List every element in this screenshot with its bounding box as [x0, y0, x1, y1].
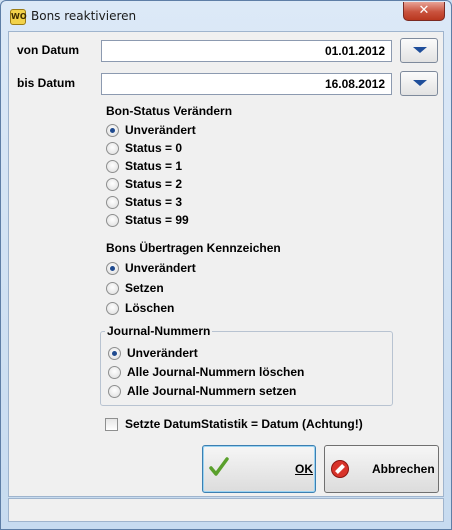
transfer-flag-radio[interactable] — [106, 302, 119, 315]
bon-status-option[interactable]: Unverändert — [106, 123, 366, 139]
bon-status-radio[interactable] — [106, 124, 119, 137]
journal-option[interactable]: Alle Journal-Nummern löschen — [108, 365, 368, 381]
journal-radio[interactable] — [108, 347, 121, 360]
transfer-flag-option[interactable]: Setzen — [106, 281, 366, 297]
statistic-checkbox[interactable] — [105, 418, 118, 431]
bon-status-radio[interactable] — [106, 178, 119, 191]
transfer-flag-option-label[interactable]: Setzen — [125, 281, 164, 295]
dialog-window: WO Bons reaktivieren ✕ von Datum 01.01.2… — [0, 0, 452, 530]
transfer-flag-option-label[interactable]: Löschen — [125, 301, 174, 315]
transfer-flag-radio[interactable] — [106, 282, 119, 295]
statistic-checkbox-label[interactable]: Setzte DatumStatistik = Datum (Achtung!) — [125, 417, 363, 431]
bon-status-option-label[interactable]: Status = 3 — [125, 195, 182, 209]
ok-button[interactable]: OK — [202, 445, 316, 493]
bon-status-radio[interactable] — [106, 214, 119, 227]
to-date-label: bis Datum — [17, 76, 76, 90]
from-date-label: von Datum — [17, 43, 80, 57]
bon-status-radio[interactable] — [106, 196, 119, 209]
transfer-flag-option-label[interactable]: Unverändert — [125, 261, 196, 275]
journal-option-label[interactable]: Alle Journal-Nummern löschen — [127, 365, 304, 379]
journal-option-label[interactable]: Unverändert — [127, 346, 198, 360]
to-date-field[interactable]: 16.08.2012 — [101, 73, 392, 95]
bon-status-option[interactable]: Status = 1 — [106, 159, 366, 175]
app-icon: WO — [10, 9, 27, 25]
bon-status-option-label[interactable]: Status = 1 — [125, 159, 182, 173]
chevron-down-icon — [413, 80, 427, 86]
bon-status-option-label[interactable]: Status = 99 — [125, 213, 189, 227]
checkmark-icon — [209, 457, 229, 476]
bon-status-option[interactable]: Status = 99 — [106, 213, 366, 229]
status-bar — [8, 498, 444, 522]
close-button[interactable]: ✕ — [403, 2, 445, 21]
journal-option[interactable]: Alle Journal-Nummern setzen — [108, 384, 368, 400]
transfer-flag-title: Bons Übertragen Kennzeichen — [106, 241, 281, 255]
from-date-field[interactable]: 01.01.2012 — [101, 40, 392, 62]
journal-groupbox-caption: Journal-Nummern — [105, 324, 213, 338]
journal-radio[interactable] — [108, 385, 121, 398]
bon-status-option-label[interactable]: Unverändert — [125, 123, 196, 137]
bon-status-option[interactable]: Status = 3 — [106, 195, 366, 211]
ok-button-label: OK — [295, 462, 313, 476]
transfer-flag-option[interactable]: Unverändert — [106, 261, 366, 277]
cancel-icon — [331, 460, 349, 478]
chevron-down-icon — [413, 47, 427, 53]
transfer-flag-radio[interactable] — [106, 262, 119, 275]
bon-status-radio[interactable] — [106, 142, 119, 155]
transfer-flag-option[interactable]: Löschen — [106, 301, 366, 317]
bon-status-option-label[interactable]: Status = 0 — [125, 141, 182, 155]
to-date-picker-button[interactable] — [400, 71, 438, 96]
journal-radio[interactable] — [108, 366, 121, 379]
dialog-body: von Datum 01.01.2012 bis Datum 16.08.201… — [8, 31, 444, 497]
journal-option-label[interactable]: Alle Journal-Nummern setzen — [127, 384, 296, 398]
bon-status-radio[interactable] — [106, 160, 119, 173]
journal-option[interactable]: Unverändert — [108, 346, 368, 362]
title-bar[interactable]: WO Bons reaktivieren ✕ — [1, 1, 451, 31]
bon-status-option-label[interactable]: Status = 2 — [125, 177, 182, 191]
cancel-button-label: Abbrechen — [372, 462, 435, 476]
from-date-picker-button[interactable] — [400, 38, 438, 63]
window-title: Bons reaktivieren — [31, 9, 137, 23]
bon-status-title: Bon-Status Verändern — [106, 104, 233, 118]
cancel-button[interactable]: Abbrechen — [324, 445, 439, 493]
bon-status-option[interactable]: Status = 2 — [106, 177, 366, 193]
bon-status-option[interactable]: Status = 0 — [106, 141, 366, 157]
